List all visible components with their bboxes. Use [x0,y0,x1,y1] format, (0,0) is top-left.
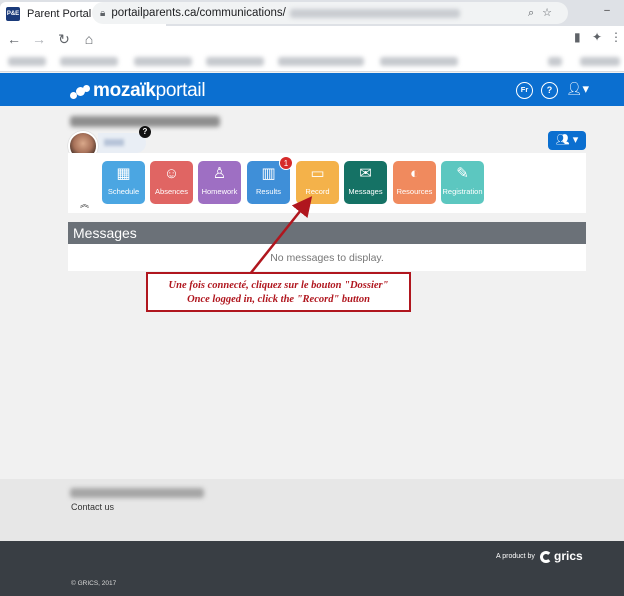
grics-logo: grics [540,549,583,563]
product-by-text: A product by [496,553,535,560]
callout-english: Once logged in, click the "Record" butto… [187,294,370,305]
grics-icon [540,550,552,563]
contact-us-link[interactable]: Contact us [71,502,114,512]
footer-school-blurred [70,488,204,498]
callout-french: Une fois connecté, cliquez sur le bouton… [168,280,389,291]
grics-brand: grics [554,549,583,563]
copyright-text: © GRICS, 2017 [71,580,117,587]
footer-dark [0,541,624,596]
instruction-callout: Une fois connecté, cliquez sur le bouton… [146,272,411,312]
